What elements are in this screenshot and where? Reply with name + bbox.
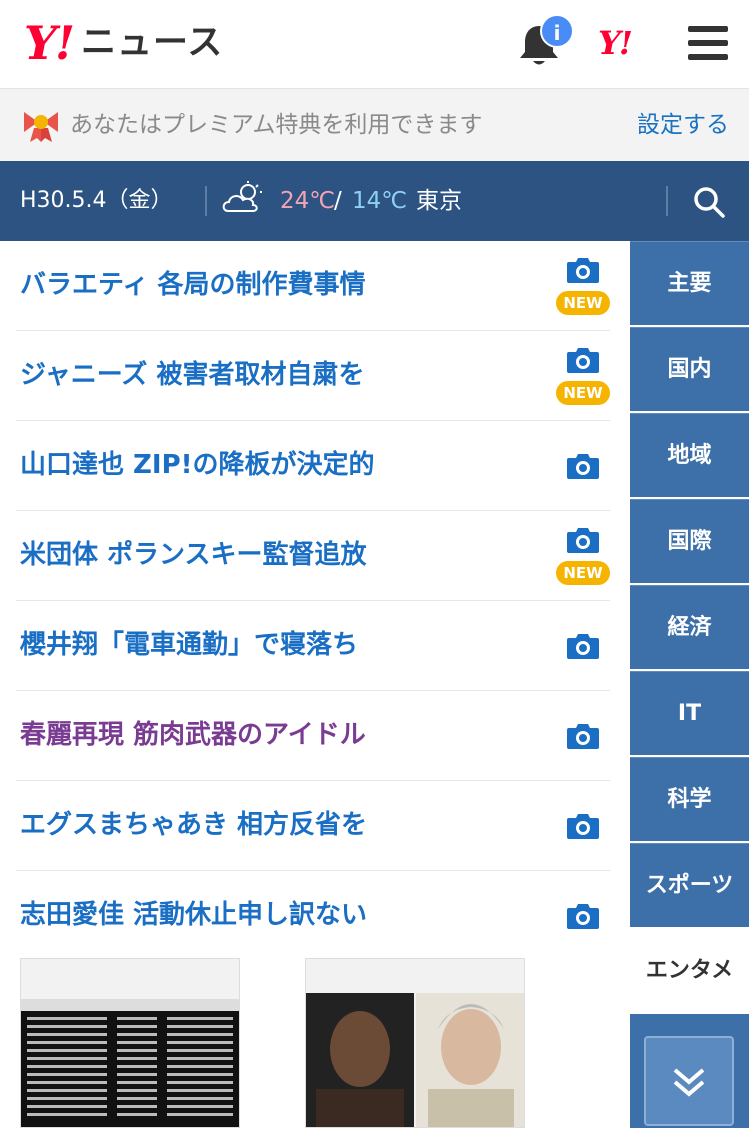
- divider: [666, 186, 668, 216]
- logo-text: ニュース: [81, 23, 224, 63]
- tab-category[interactable]: エンタメ: [630, 929, 749, 1013]
- news-title[interactable]: 志田愛佳 活動休止申し訳ない: [20, 897, 367, 933]
- expand-categories-button[interactable]: [644, 1036, 734, 1126]
- tab-category[interactable]: 経済: [630, 585, 749, 669]
- news-title[interactable]: 山口達也 ZIP!の降板が決定的: [20, 447, 375, 483]
- news-item[interactable]: バラエティ 各局の制作費事情 NEW: [16, 241, 610, 331]
- date-label: H30.5.4（金）: [20, 188, 173, 213]
- tab-category[interactable]: 主要: [630, 241, 749, 325]
- news-title[interactable]: 春麗再現 筋肉武器のアイドル: [20, 717, 366, 753]
- camera-icon: [566, 812, 600, 840]
- camera-icon: [566, 902, 600, 930]
- camera-icon: [566, 722, 600, 750]
- premium-message: あなたはプレミアム特典を利用できます: [70, 112, 483, 138]
- camera-icon: [566, 526, 600, 554]
- news-thumbnail[interactable]: [305, 958, 525, 1128]
- logo-y-mark: Y!: [24, 16, 75, 70]
- news-list: バラエティ 各局の制作費事情 NEW ジャニーズ 被害者取材自粛を NEW 山口達也 Z…: [16, 241, 610, 960]
- notification-badge: i: [540, 14, 574, 48]
- news-title[interactable]: ジャニーズ 被害者取材自粛を: [20, 357, 364, 393]
- new-badge: NEW: [556, 381, 610, 405]
- chevron-down-icon: [673, 1068, 705, 1097]
- divider: [205, 186, 207, 216]
- news-item[interactable]: エグスまちゃあき 相方反省を: [16, 781, 610, 871]
- camera-icon: [566, 452, 600, 480]
- news-title[interactable]: バラエティ 各局の制作費事情: [20, 267, 366, 303]
- news-item[interactable]: ジャニーズ 被害者取材自粛を NEW: [16, 331, 610, 421]
- tab-category[interactable]: 地域: [630, 413, 749, 497]
- weather-city[interactable]: 東京: [416, 184, 462, 218]
- temp-separator: /: [334, 188, 342, 214]
- tab-category[interactable]: 科学: [630, 757, 749, 841]
- camera-icon: [566, 346, 600, 374]
- news-title[interactable]: エグスまちゃあき 相方反省を: [20, 807, 367, 843]
- tab-category[interactable]: IT: [630, 671, 749, 755]
- news-thumbnail[interactable]: [20, 958, 240, 1128]
- premium-settings-link[interactable]: 設定する: [637, 108, 729, 142]
- news-title[interactable]: 櫻井翔「電車通勤」で寝落ち: [20, 627, 358, 663]
- camera-icon: [566, 632, 600, 660]
- table-image: [21, 959, 239, 1127]
- app-header: Y! ニュース: [0, 0, 749, 89]
- temp-high: 24℃: [280, 188, 336, 214]
- yahoo-news-logo[interactable]: Y! ニュース: [24, 18, 223, 68]
- news-item[interactable]: 春麗再現 筋肉武器のアイドル: [16, 691, 610, 781]
- new-badge: NEW: [556, 561, 610, 585]
- news-item[interactable]: 志田愛佳 活動休止申し訳ない: [16, 871, 610, 960]
- temp-low: 14℃: [352, 188, 408, 214]
- new-badge: NEW: [556, 291, 610, 315]
- camera-icon: [566, 256, 600, 284]
- news-item[interactable]: 米団体 ポランスキー監督追放 NEW: [16, 511, 610, 601]
- category-tabs: 主要 国内 地域 国際 経済 IT 科学 スポーツ エンタメ: [630, 241, 749, 1015]
- yahoo-top-link[interactable]: Y!: [598, 24, 633, 62]
- ribbon-icon: [24, 112, 58, 142]
- search-icon[interactable]: [692, 185, 726, 219]
- tab-category[interactable]: 国内: [630, 327, 749, 411]
- menu-icon[interactable]: [688, 26, 728, 62]
- news-title[interactable]: 米団体 ポランスキー監督追放: [20, 537, 367, 573]
- news-item[interactable]: 山口達也 ZIP!の降板が決定的: [16, 421, 610, 511]
- photo-image: [306, 959, 524, 1127]
- tab-category[interactable]: スポーツ: [630, 843, 749, 927]
- tab-category[interactable]: 国際: [630, 499, 749, 583]
- news-item[interactable]: 櫻井翔「電車通勤」で寝落ち: [16, 601, 610, 691]
- cloudy-icon[interactable]: [220, 181, 268, 215]
